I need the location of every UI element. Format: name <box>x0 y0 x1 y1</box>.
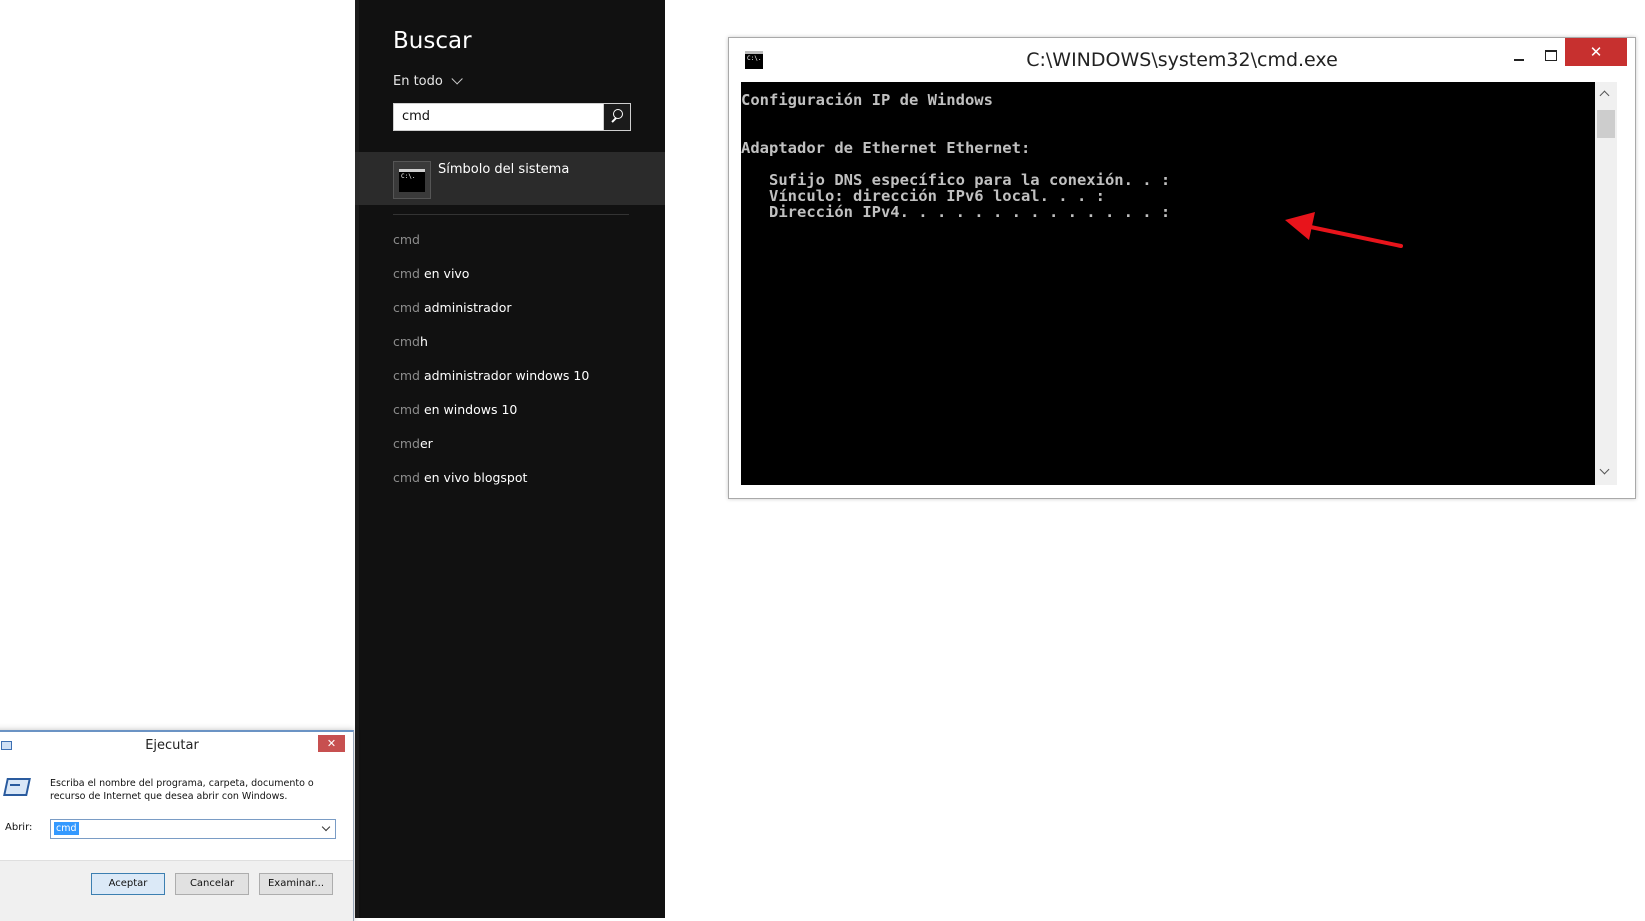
vertical-scrollbar[interactable] <box>1595 82 1617 485</box>
browse-button[interactable]: Examinar... <box>259 873 333 895</box>
suggestion-match: cmd <box>393 232 420 247</box>
search-box <box>393 103 631 131</box>
search-title: Buscar <box>393 28 472 54</box>
scroll-thumb[interactable] <box>1597 110 1615 138</box>
suggestion-match: cmd <box>393 402 420 417</box>
chevron-down-icon <box>451 73 463 85</box>
minimize-icon <box>1514 59 1524 61</box>
run-dialog: Ejecutar ✕ Escriba el nombre del program… <box>0 730 354 921</box>
open-combobox[interactable]: cmd <box>50 819 336 839</box>
run-title: Ejecutar <box>145 738 199 753</box>
console-text: Configuración IP de Windows Adaptador de… <box>741 91 1171 221</box>
suggestion-rest: administrador windows 10 <box>419 368 590 383</box>
scroll-up-icon[interactable] <box>1599 90 1610 101</box>
suggestion-rest: er <box>419 436 433 451</box>
top-result-command-prompt[interactable]: C:\. Símbolo del sistema <box>355 152 665 205</box>
suggestion-match: cmd <box>393 266 420 281</box>
console-output[interactable]: Configuración IP de Windows Adaptador de… <box>741 82 1595 485</box>
suggestion-item[interactable]: cmd <box>393 232 589 266</box>
suggestion-match: cmd <box>393 470 420 485</box>
suggestion-rest: h <box>419 334 428 349</box>
search-scope-dropdown[interactable]: En todo <box>393 73 463 89</box>
console-screen-icon: C:\. <box>399 169 425 192</box>
suggestion-rest: administrador <box>419 300 512 315</box>
suggestion-rest: en windows 10 <box>419 402 518 417</box>
panel-edge <box>355 0 359 918</box>
scroll-down-icon[interactable] <box>1599 464 1610 475</box>
search-scope-label: En todo <box>393 74 443 89</box>
run-titlebar[interactable]: Ejecutar ✕ <box>0 732 353 760</box>
icon-text: C:\. <box>401 173 416 180</box>
run-body: Escriba el nombre del programa, carpeta,… <box>0 760 353 860</box>
run-icon-frame <box>3 778 31 796</box>
suggestion-item[interactable]: cmdh <box>393 334 589 368</box>
run-icon <box>3 778 31 796</box>
suggestion-match: cmd <box>393 436 420 451</box>
close-button[interactable]: ✕ <box>1565 38 1627 66</box>
suggestion-match: cmd <box>393 368 420 383</box>
search-icon-handle <box>611 117 617 123</box>
suggestion-match: cmd <box>393 300 420 315</box>
maximize-button[interactable] <box>1537 46 1565 68</box>
run-description: Escriba el nombre del programa, carpeta,… <box>50 778 314 802</box>
top-result-label: Símbolo del sistema <box>438 162 570 177</box>
minimize-button[interactable] <box>1505 46 1533 68</box>
close-button[interactable]: ✕ <box>318 735 345 752</box>
cancel-button[interactable]: Cancelar <box>175 873 249 895</box>
red-arrow-icon <box>1285 212 1403 248</box>
suggestion-list: cmd cmd en vivo cmd administrador cmdh c… <box>393 232 589 504</box>
search-panel: Buscar En todo C:\. Símbolo del sistema … <box>355 0 665 918</box>
suggestion-item[interactable]: cmd administrador <box>393 300 589 334</box>
suggestion-rest: en vivo blogspot <box>419 470 528 485</box>
suggestion-item[interactable]: cmd en vivo blogspot <box>393 470 589 504</box>
suggestion-item[interactable]: cmd administrador windows 10 <box>393 368 589 402</box>
search-input[interactable] <box>394 104 602 128</box>
run-icon-line <box>10 784 20 786</box>
open-label: Abrir: <box>5 822 33 833</box>
suggestion-item[interactable]: cmder <box>393 436 589 470</box>
suggestion-item[interactable]: cmd en windows 10 <box>393 402 589 436</box>
chevron-down-icon[interactable] <box>321 822 331 832</box>
suggestion-item[interactable]: cmd en vivo <box>393 266 589 300</box>
cmd-titlebar[interactable]: C:\. C:\WINDOWS\system32\cmd.exe ✕ <box>729 38 1635 82</box>
maximize-icon <box>1545 50 1557 61</box>
close-icon: ✕ <box>1589 43 1603 61</box>
cmd-title: C:\WINDOWS\system32\cmd.exe <box>1026 49 1338 71</box>
open-input-value[interactable]: cmd <box>54 822 79 835</box>
search-button[interactable] <box>603 104 630 130</box>
divider <box>393 214 629 215</box>
suggestion-match: cmd <box>393 334 420 349</box>
command-prompt-icon: C:\. <box>393 161 431 199</box>
run-footer: Aceptar Cancelar Examinar... <box>0 860 353 921</box>
cmd-window: C:\. C:\WINDOWS\system32\cmd.exe ✕ Confi… <box>728 37 1636 499</box>
ok-button[interactable]: Aceptar <box>91 873 165 895</box>
suggestion-rest: en vivo <box>419 266 470 281</box>
